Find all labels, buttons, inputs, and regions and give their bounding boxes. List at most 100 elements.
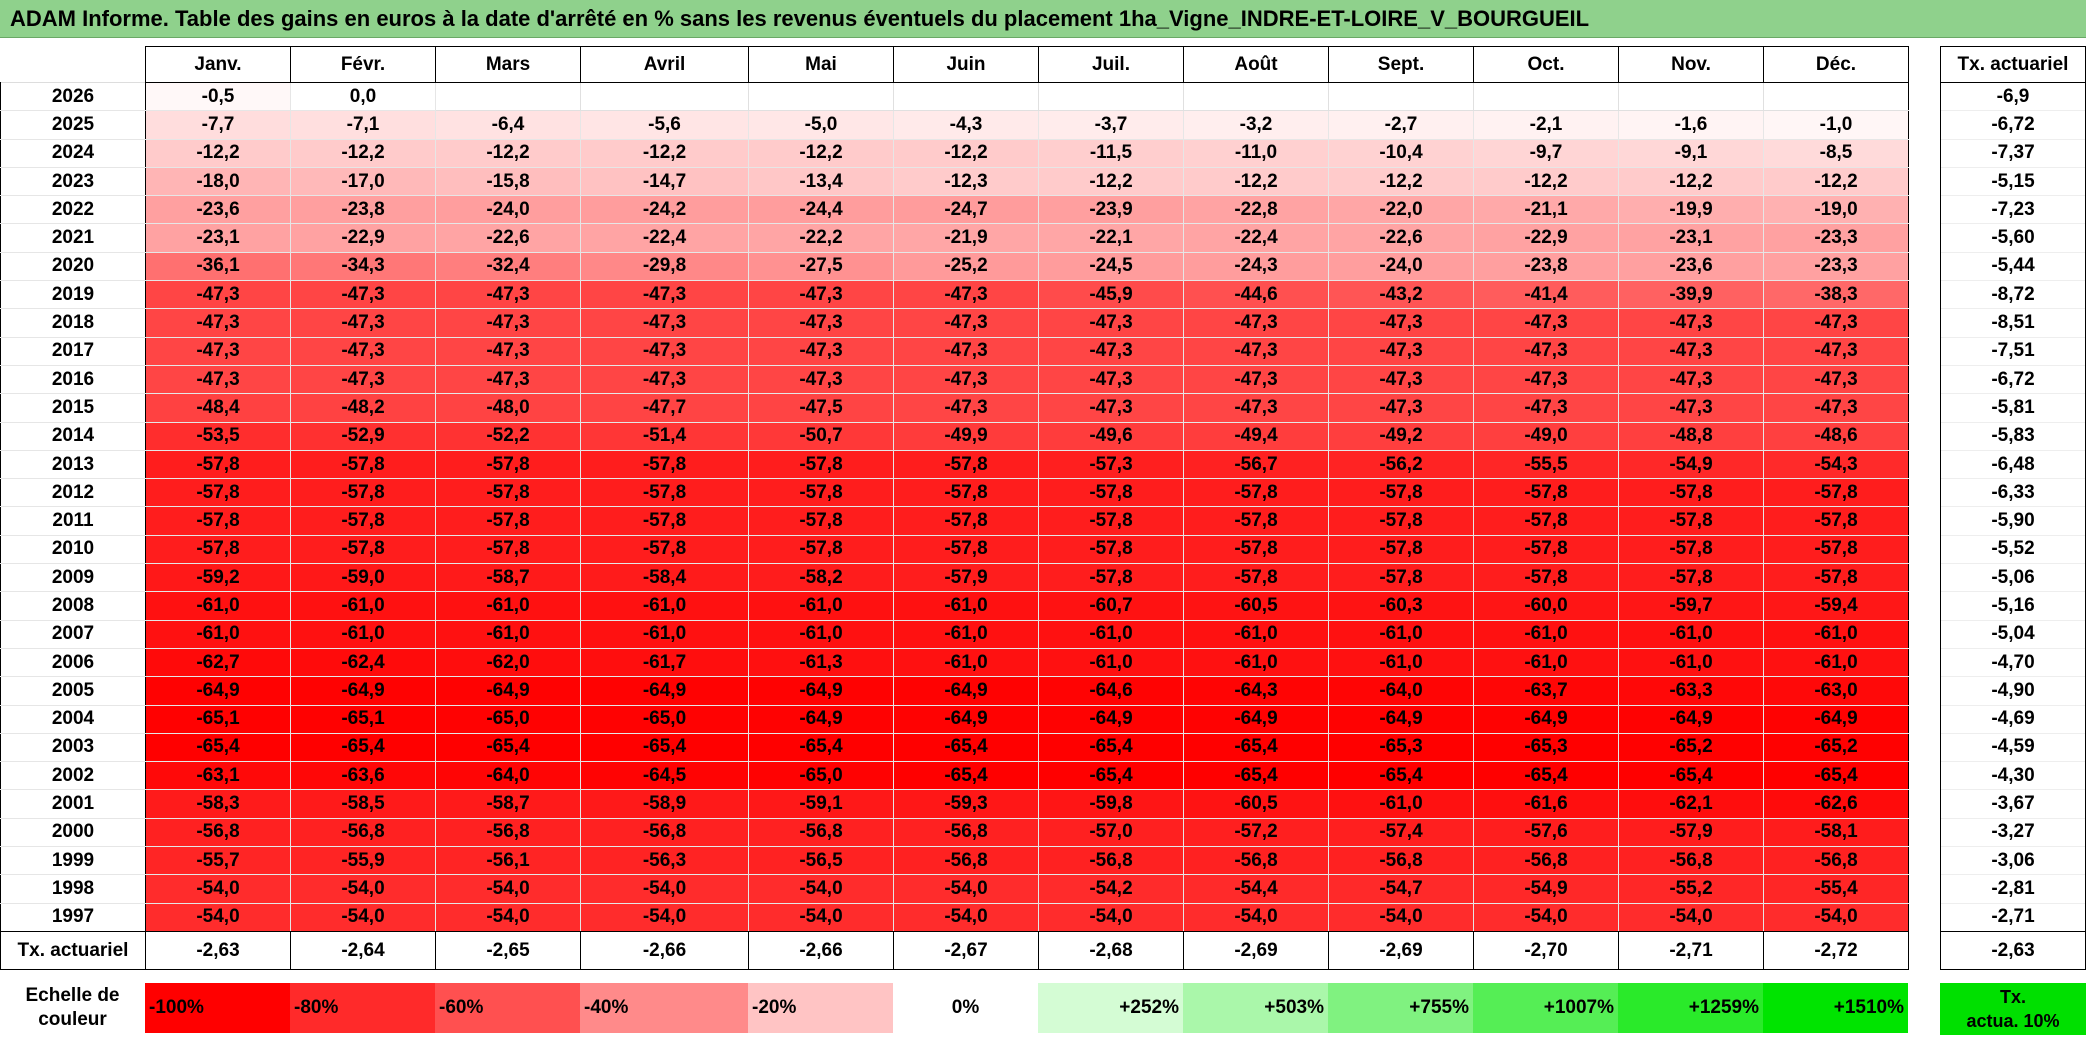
value-cell: -47,3 xyxy=(1328,308,1474,338)
value-cell: -12,2 xyxy=(893,138,1039,168)
value-cell: -61,0 xyxy=(1763,647,1909,678)
value-cell: -64,9 xyxy=(1038,704,1184,734)
value-cell: -47,3 xyxy=(1763,336,1909,366)
value-cell: -65,3 xyxy=(1473,732,1619,763)
value-cell: -57,8 xyxy=(1328,563,1474,593)
year-cell: 2017 xyxy=(0,336,146,366)
value-cell: -60,3 xyxy=(1328,591,1474,621)
value-cell: -57,6 xyxy=(1473,817,1619,848)
tx-value-cell: -8,51 xyxy=(1940,308,2086,338)
value-cell: -64,3 xyxy=(1183,676,1329,706)
value-cell: -49,4 xyxy=(1183,421,1329,451)
month-header: Févr. xyxy=(290,46,436,83)
value-cell: -63,3 xyxy=(1618,676,1764,706)
value-cell: -61,0 xyxy=(1618,619,1764,649)
value-cell: -57,8 xyxy=(1183,563,1329,593)
value-cell: -65,4 xyxy=(1038,761,1184,791)
year-cell: 2013 xyxy=(0,449,146,480)
value-cell: -22,6 xyxy=(1328,223,1474,253)
value-cell: -65,4 xyxy=(1618,761,1764,791)
table-row: 2018 -47,3 -47,3 -47,3 -47,3 -47,3 -47,3 -47,3-… xyxy=(0,308,1909,338)
value-cell: -54,3 xyxy=(1763,449,1909,480)
value-cell: -59,1 xyxy=(748,789,894,819)
value-cell: -61,0 xyxy=(1038,619,1184,649)
value-cell: -57,8 xyxy=(145,478,291,508)
value-cell: -57,8 xyxy=(1618,506,1764,536)
value-cell: -61,0 xyxy=(290,619,436,649)
value-cell: -56,8 xyxy=(580,817,749,848)
year-cell: 2002 xyxy=(0,761,146,791)
value-cell: -65,3 xyxy=(1328,732,1474,763)
table-row: 2001 -58,3 -58,5 -58,7 -58,9 -59,1 -59,3 -59,8-… xyxy=(0,789,1909,819)
value-cell: -54,0 xyxy=(290,874,436,904)
month-header: Juil. xyxy=(1038,46,1184,83)
tx-legend-line1: Tx. xyxy=(1999,987,2026,1007)
tx-value-cell: -5,15 xyxy=(1940,166,2086,196)
value-cell: -22,9 xyxy=(290,223,436,253)
value-cell: -49,0 xyxy=(1473,421,1619,451)
month-header: Mai xyxy=(748,46,894,83)
year-cell: 2001 xyxy=(0,789,146,819)
footer-value-cell: -2,67 xyxy=(893,931,1039,970)
value-cell: -62,6 xyxy=(1763,789,1909,819)
value-cell: -59,2 xyxy=(145,563,291,593)
table-row: 2008 -61,0 -61,0 -61,0 -61,0 -61,0 -61,0 -60,7-… xyxy=(0,591,1909,621)
year-cell: 2019 xyxy=(0,280,146,310)
year-cell: 2008 xyxy=(0,591,146,621)
value-cell: -49,9 xyxy=(893,421,1039,451)
value-cell: -9,7 xyxy=(1473,138,1619,168)
value-cell: -47,3 xyxy=(1183,336,1329,366)
value-cell: -61,0 xyxy=(1473,619,1619,649)
value-cell: -65,4 xyxy=(1763,761,1909,791)
value-cell: -56,2 xyxy=(1328,449,1474,480)
value-cell: -47,3 xyxy=(290,308,436,338)
value-cell: -22,8 xyxy=(1183,195,1329,225)
value-cell: -47,3 xyxy=(145,364,291,395)
value-cell: -47,3 xyxy=(1618,308,1764,338)
value-cell: -60,5 xyxy=(1183,591,1329,621)
value-cell: -62,7 xyxy=(145,647,291,678)
value-cell: -61,0 xyxy=(290,591,436,621)
color-scale-swatch: -60% xyxy=(435,983,580,1033)
value-cell: -59,3 xyxy=(893,789,1039,819)
value-cell: -61,0 xyxy=(1763,619,1909,649)
color-scale-swatch: +755% xyxy=(1328,983,1473,1033)
value-cell: -54,0 xyxy=(1038,902,1184,932)
value-cell: -65,1 xyxy=(290,704,436,734)
value-cell: -55,5 xyxy=(1473,449,1619,480)
value-cell: -57,0 xyxy=(1038,817,1184,848)
table-row: 2025 -7,7 -7,1 -6,4 -5,6 -5,0 -4,3 -3,7 -3,2 -2,7… xyxy=(0,110,1909,140)
footer-value-cell: -2,70 xyxy=(1473,931,1619,970)
tx-value-cell: -6,48 xyxy=(1940,449,2086,479)
value-cell: -57,8 xyxy=(1763,478,1909,508)
value-cell: -61,0 xyxy=(1473,647,1619,678)
tx-value-cell: -2,81 xyxy=(1940,874,2086,904)
report-title: ADAM Informe. Table des gains en euros à… xyxy=(0,0,2086,38)
value-cell xyxy=(1328,81,1474,112)
tx-value-cell: -5,83 xyxy=(1940,421,2086,451)
color-scale-label-line1: Echelle de xyxy=(25,985,120,1006)
tx-value-cell: -3,06 xyxy=(1940,846,2086,875)
value-cell: -57,8 xyxy=(893,534,1039,565)
value-cell: -58,3 xyxy=(145,789,291,819)
value-cell: -47,3 xyxy=(1328,364,1474,395)
tx-value-cell: -5,81 xyxy=(1940,393,2086,423)
value-cell: -64,0 xyxy=(435,761,581,791)
table-row: 2003 -65,4 -65,4 -65,4 -65,4 -65,4 -65,4 -65,4-… xyxy=(0,732,1909,763)
value-cell: -63,6 xyxy=(290,761,436,791)
value-cell: -65,4 xyxy=(435,732,581,763)
value-cell: -57,8 xyxy=(1038,534,1184,565)
value-cell: -61,0 xyxy=(580,591,749,621)
value-cell: -47,3 xyxy=(290,280,436,310)
year-cell: 2003 xyxy=(0,732,146,763)
tx-value-cell: -5,52 xyxy=(1940,534,2086,564)
value-cell: -8,5 xyxy=(1763,138,1909,168)
value-cell: -56,8 xyxy=(435,817,581,848)
value-cell: -59,8 xyxy=(1038,789,1184,819)
tx-value-cell: -2,71 xyxy=(1940,902,2086,932)
tx-value-cell: -5,06 xyxy=(1940,563,2086,592)
value-cell: -24,0 xyxy=(435,195,581,225)
value-cell: -47,3 xyxy=(1618,336,1764,366)
footer-value-cell: -2,64 xyxy=(290,931,436,970)
value-cell: -47,7 xyxy=(580,393,749,423)
